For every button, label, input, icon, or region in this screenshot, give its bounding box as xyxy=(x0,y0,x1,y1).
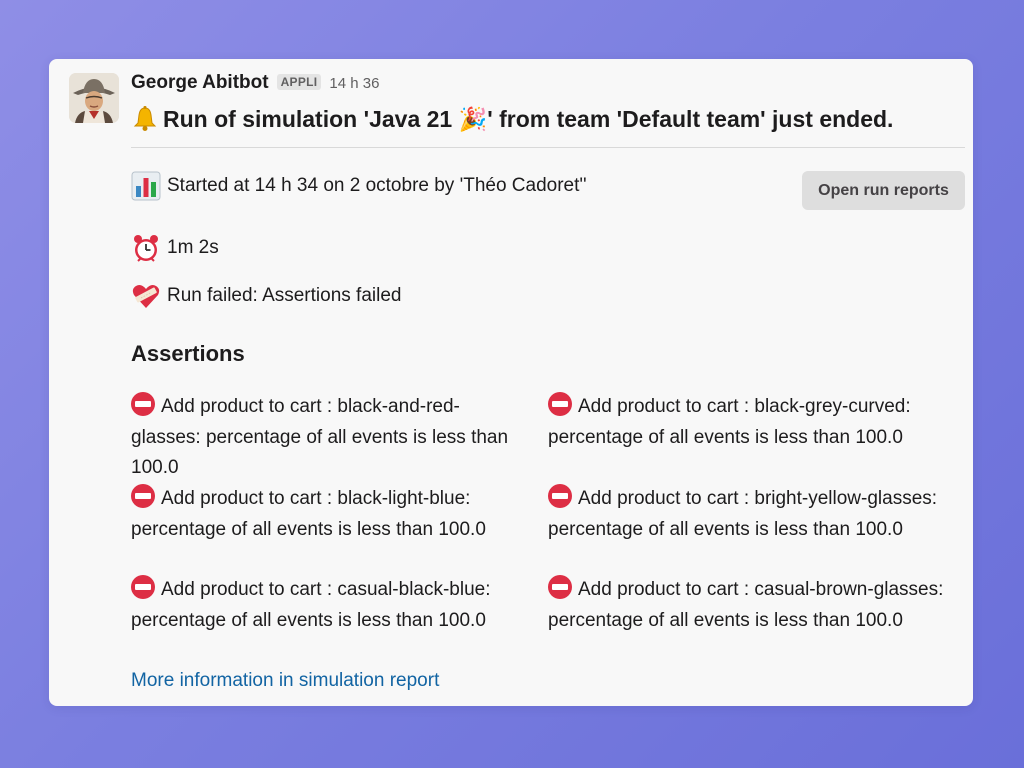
assertion-text: Add product to cart : casual-black-blue:… xyxy=(131,579,491,631)
alarm-clock-icon xyxy=(131,233,161,263)
headline-text: Run of simulation 'Java 21 🎉' from team … xyxy=(163,105,894,132)
assertion-text: Add product to cart : bright-yellow-glas… xyxy=(548,488,938,540)
assertion-item: Add product to cart : bright-yellow-glas… xyxy=(548,484,944,545)
simulation-report-link[interactable]: More information in simulation report xyxy=(131,670,439,692)
status-row: Run failed: Assertions failed xyxy=(131,281,401,311)
no-entry-icon xyxy=(131,575,155,599)
no-entry-icon xyxy=(548,392,572,416)
bar-chart-icon xyxy=(131,171,161,201)
sender-name[interactable]: George Abitbot xyxy=(131,72,269,94)
assertions-title: Assertions xyxy=(131,341,245,366)
started-row: Started at 14 h 34 on 2 octobre by 'Théo… xyxy=(131,171,587,201)
no-entry-icon xyxy=(548,484,572,508)
bell-icon xyxy=(131,105,159,133)
assertion-item: Add product to cart : black-grey-curved:… xyxy=(548,392,944,453)
assertion-text: Add product to cart : casual-brown-glass… xyxy=(548,579,944,631)
message-headline: Run of simulation 'Java 21 🎉' from team … xyxy=(131,105,893,133)
assertion-text: Add product to cart : black-light-blue: … xyxy=(131,488,486,540)
message-timestamp[interactable]: 14 h 36 xyxy=(329,75,379,92)
assertion-item: Add product to cart : black-and-red-glas… xyxy=(131,392,527,484)
assertion-item: Add product to cart : black-light-blue: … xyxy=(131,484,527,545)
assertion-text: Add product to cart : black-grey-curved:… xyxy=(548,396,911,448)
assertion-item: Add product to cart : casual-brown-glass… xyxy=(548,575,944,636)
no-entry-icon xyxy=(131,392,155,416)
app-badge: APPLI xyxy=(276,74,322,90)
no-entry-icon xyxy=(548,575,572,599)
divider xyxy=(131,147,965,148)
message-header: George Abitbot APPLI 14 h 36 xyxy=(131,72,379,94)
mending-heart-icon xyxy=(131,281,161,311)
message-card: George Abitbot APPLI 14 h 36 Run of simu… xyxy=(49,59,973,706)
assertion-text: Add product to cart : black-and-red-glas… xyxy=(131,396,509,478)
assertion-item: Add product to cart : casual-black-blue:… xyxy=(131,575,527,636)
duration-text: 1m 2s xyxy=(167,237,219,258)
started-text: Started at 14 h 34 on 2 octobre by 'Théo… xyxy=(167,175,587,196)
status-text: Run failed: Assertions failed xyxy=(167,285,402,306)
open-run-reports-button[interactable]: Open run reports xyxy=(802,171,965,210)
duration-row: 1m 2s xyxy=(131,233,219,263)
no-entry-icon xyxy=(131,484,155,508)
avatar[interactable] xyxy=(69,73,119,123)
cowboy-avatar-icon xyxy=(69,73,119,123)
